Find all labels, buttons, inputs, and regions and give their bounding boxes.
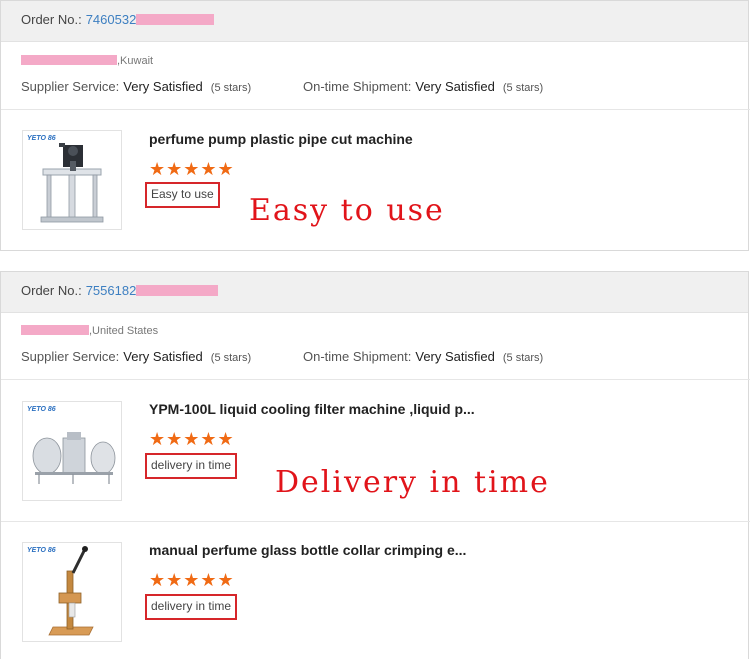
order-header: Order No.: 7460532 (1, 1, 748, 42)
ontime-shipment: On-time Shipment: Very Satisfied (5 stars) (303, 79, 543, 94)
buyer-location: ,United States (21, 325, 158, 337)
order-number-label: Order No.: (21, 283, 82, 298)
redaction-mask (21, 55, 117, 65)
supplier-service-label: Supplier Service: (21, 79, 120, 94)
product-title[interactable]: manual perfume glass bottle collar crimp… (149, 542, 466, 558)
order-number-link[interactable]: 7460532 (86, 12, 137, 27)
handwritten-annotation: Delivery in time (275, 465, 550, 500)
country-text: ,United States (89, 325, 159, 337)
order-number-link[interactable]: 7556182 (86, 283, 137, 298)
product-thumbnail[interactable]: YETO 86 (22, 401, 122, 501)
ontime-shipment-value: Very Satisfied (415, 79, 495, 94)
ontime-shipment-label: On-time Shipment: (303, 79, 412, 94)
ontime-shipment-label: On-time Shipment: (303, 349, 412, 364)
product-title[interactable]: YPM-100L liquid cooling filter machine ,… (149, 401, 475, 417)
divider (1, 109, 750, 110)
brand-logo: YETO 86 (27, 547, 56, 554)
supplier-service-stars: (5 stars) (210, 82, 252, 94)
rating-stars: ★★★★★ (149, 159, 235, 179)
order-card: Order No.: 7460532 ,Kuwait Supplier Servi… (0, 0, 750, 251)
ontime-shipment-stars: (5 stars) (502, 352, 544, 364)
supplier-ratings: Supplier Service: Very Satisfied (5 stars)… (21, 349, 543, 364)
supplier-service-stars: (5 stars) (210, 352, 252, 364)
review-text: delivery in time (145, 594, 238, 620)
product-thumbnail[interactable]: YETO 86 (22, 130, 122, 230)
crimping-machine-image (48, 546, 94, 636)
brand-logo: YETO 86 (27, 135, 56, 142)
order-card: Order No.: 7556182 ,United States Supplie… (0, 271, 750, 659)
ontime-shipment-value: Very Satisfied (415, 349, 495, 364)
redaction-mask (136, 285, 219, 296)
handwritten-annotation: Easy to use (249, 193, 445, 228)
filter-machine-image (32, 432, 116, 484)
redaction-mask (21, 325, 89, 335)
product-title[interactable]: perfume pump plastic pipe cut machine (149, 131, 413, 147)
divider (1, 521, 750, 522)
supplier-service-value: Very Satisfied (123, 349, 203, 364)
rating-stars: ★★★★★ (149, 429, 235, 449)
divider (1, 379, 750, 380)
supplier-service-value: Very Satisfied (123, 79, 203, 94)
country-text: ,Kuwait (117, 55, 154, 67)
pipe-cut-machine-image (40, 143, 104, 223)
supplier-ratings: Supplier Service: Very Satisfied (5 stars)… (21, 79, 543, 94)
review-text: Easy to use (145, 182, 220, 208)
buyer-location: ,Kuwait (21, 55, 153, 67)
redaction-mask (136, 14, 215, 25)
ontime-shipment-stars: (5 stars) (502, 82, 544, 94)
brand-logo: YETO 86 (27, 406, 56, 413)
order-number-label: Order No.: (21, 12, 82, 27)
ontime-shipment: On-time Shipment: Very Satisfied (5 stars) (303, 349, 543, 364)
product-thumbnail[interactable]: YETO 86 (22, 542, 122, 642)
supplier-service-label: Supplier Service: (21, 349, 120, 364)
order-header: Order No.: 7556182 (1, 272, 748, 313)
review-text: delivery in time (145, 453, 238, 479)
rating-stars: ★★★★★ (149, 570, 235, 590)
